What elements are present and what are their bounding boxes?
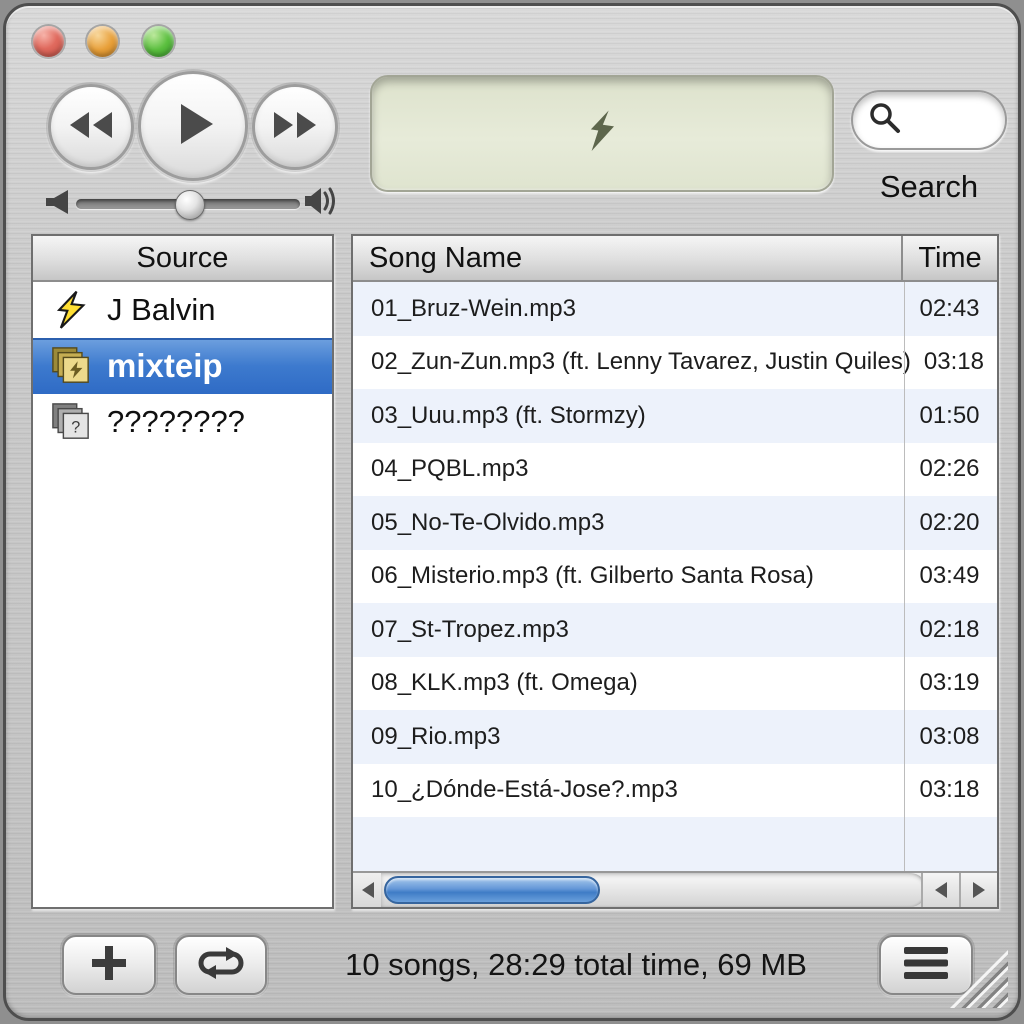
- song-name-cell: 02_Zun-Zun.mp3 (ft. Lenny Tavarez, Justi…: [353, 348, 911, 376]
- player-window: Search Source J Balvin mixteip????????? S…: [3, 3, 1021, 1021]
- source-header: Source: [33, 236, 332, 282]
- table-row[interactable]: 10_¿Dónde-Está-Jose?.mp303:18: [353, 764, 997, 818]
- song-time-cell: 03:18: [911, 348, 997, 376]
- playlist-unknown-icon: ?: [51, 401, 91, 443]
- table-row[interactable]: 09_Rio.mp303:08: [353, 710, 997, 764]
- repeat-icon: [195, 947, 247, 984]
- rewind-icon: [68, 110, 114, 145]
- search-icon: [867, 100, 903, 141]
- scroll-right-arrow[interactable]: [959, 873, 997, 907]
- song-time-cell: 02:20: [902, 509, 997, 537]
- song-time-cell: 03:19: [902, 669, 997, 697]
- song-name-cell: 09_Rio.mp3: [353, 723, 902, 751]
- song-name-cell: 05_No-Te-Olvido.mp3: [353, 509, 902, 537]
- fast-forward-button[interactable]: [252, 84, 338, 170]
- song-name-cell: 08_KLK.mp3 (ft. Omega): [353, 669, 902, 697]
- view-options-button[interactable]: [879, 935, 973, 995]
- song-time-cell: 03:49: [902, 562, 997, 590]
- sidebar-item-label: ????????: [107, 404, 245, 440]
- list-menu-icon: [902, 944, 950, 987]
- table-header: Song Name Time: [353, 236, 997, 282]
- column-header-song-name[interactable]: Song Name: [353, 242, 901, 275]
- table-row-empty: [353, 817, 997, 871]
- table-row[interactable]: 03_Uuu.mp3 (ft. Stormzy)01:50: [353, 389, 997, 443]
- scroll-left-arrow-right-end[interactable]: [921, 873, 959, 907]
- repeat-button[interactable]: [175, 935, 267, 995]
- table-row[interactable]: 05_No-Te-Olvido.mp302:20: [353, 496, 997, 550]
- zoom-button[interactable]: [143, 26, 174, 57]
- close-button[interactable]: [33, 26, 64, 57]
- search-input[interactable]: [851, 90, 1007, 150]
- song-name-cell: 04_PQBL.mp3: [353, 455, 902, 483]
- status-text: 10 songs, 28:29 total time, 69 MB: [276, 947, 876, 983]
- lightning-icon: [51, 290, 91, 330]
- column-divider: [904, 282, 905, 871]
- column-header-time[interactable]: Time: [901, 236, 997, 280]
- lightning-bolt-icon: [587, 107, 617, 160]
- play-button[interactable]: [138, 71, 248, 181]
- table-row[interactable]: 02_Zun-Zun.mp3 (ft. Lenny Tavarez, Justi…: [353, 336, 997, 390]
- song-time-cell: 02:43: [902, 295, 997, 323]
- svg-text:?: ?: [71, 418, 80, 436]
- fast-forward-icon: [272, 110, 318, 145]
- song-time-cell: 01:50: [902, 402, 997, 430]
- scrollbar-thumb[interactable]: [384, 876, 600, 904]
- volume-min-icon: [44, 188, 70, 221]
- rewind-button[interactable]: [48, 84, 134, 170]
- table-row[interactable]: 04_PQBL.mp302:26: [353, 443, 997, 497]
- volume-max-icon: [303, 184, 339, 223]
- playlist-lightning-icon: [51, 345, 91, 387]
- song-name-cell: 03_Uuu.mp3 (ft. Stormzy): [353, 402, 902, 430]
- source-list: J Balvin mixteip?????????: [33, 282, 332, 450]
- scroll-left-arrow[interactable]: [353, 873, 383, 907]
- plus-icon: [87, 941, 131, 990]
- song-name-cell: 06_Misterio.mp3 (ft. Gilberto Santa Rosa…: [353, 562, 902, 590]
- sidebar-item-mixteip[interactable]: mixteip: [33, 338, 332, 394]
- sidebar-item-label: mixteip: [107, 347, 223, 385]
- sidebar-item--[interactable]: ?????????: [33, 394, 332, 450]
- add-playlist-button[interactable]: [62, 935, 156, 995]
- search-label: Search: [851, 169, 1007, 205]
- table-row[interactable]: 01_Bruz-Wein.mp302:43: [353, 282, 997, 336]
- song-name-cell: 07_St-Tropez.mp3: [353, 616, 902, 644]
- lcd-display: [370, 75, 834, 192]
- song-table: Song Name Time 01_Bruz-Wein.mp302:43 02_Z…: [351, 234, 999, 909]
- song-name-cell: 10_¿Dónde-Está-Jose?.mp3: [353, 776, 902, 804]
- horizontal-scrollbar[interactable]: [353, 871, 997, 907]
- song-name-cell: 01_Bruz-Wein.mp3: [353, 295, 902, 323]
- play-icon: [179, 102, 215, 151]
- song-time-cell: 02:18: [902, 616, 997, 644]
- song-time-cell: 03:18: [902, 776, 997, 804]
- song-table-body: 01_Bruz-Wein.mp302:43 02_Zun-Zun.mp3 (ft.…: [353, 282, 997, 871]
- song-time-cell: 03:08: [902, 723, 997, 751]
- minimize-button[interactable]: [87, 26, 118, 57]
- source-panel: Source J Balvin mixteip?????????: [31, 234, 334, 909]
- volume-thumb[interactable]: [175, 190, 205, 220]
- sidebar-item-label: J Balvin: [107, 292, 216, 328]
- table-row[interactable]: 07_St-Tropez.mp302:18: [353, 603, 997, 657]
- table-row[interactable]: 06_Misterio.mp3 (ft. Gilberto Santa Rosa…: [353, 550, 997, 604]
- table-row[interactable]: 08_KLK.mp3 (ft. Omega)03:19: [353, 657, 997, 711]
- sidebar-item-j-balvin[interactable]: J Balvin: [33, 282, 332, 338]
- song-time-cell: 02:26: [902, 455, 997, 483]
